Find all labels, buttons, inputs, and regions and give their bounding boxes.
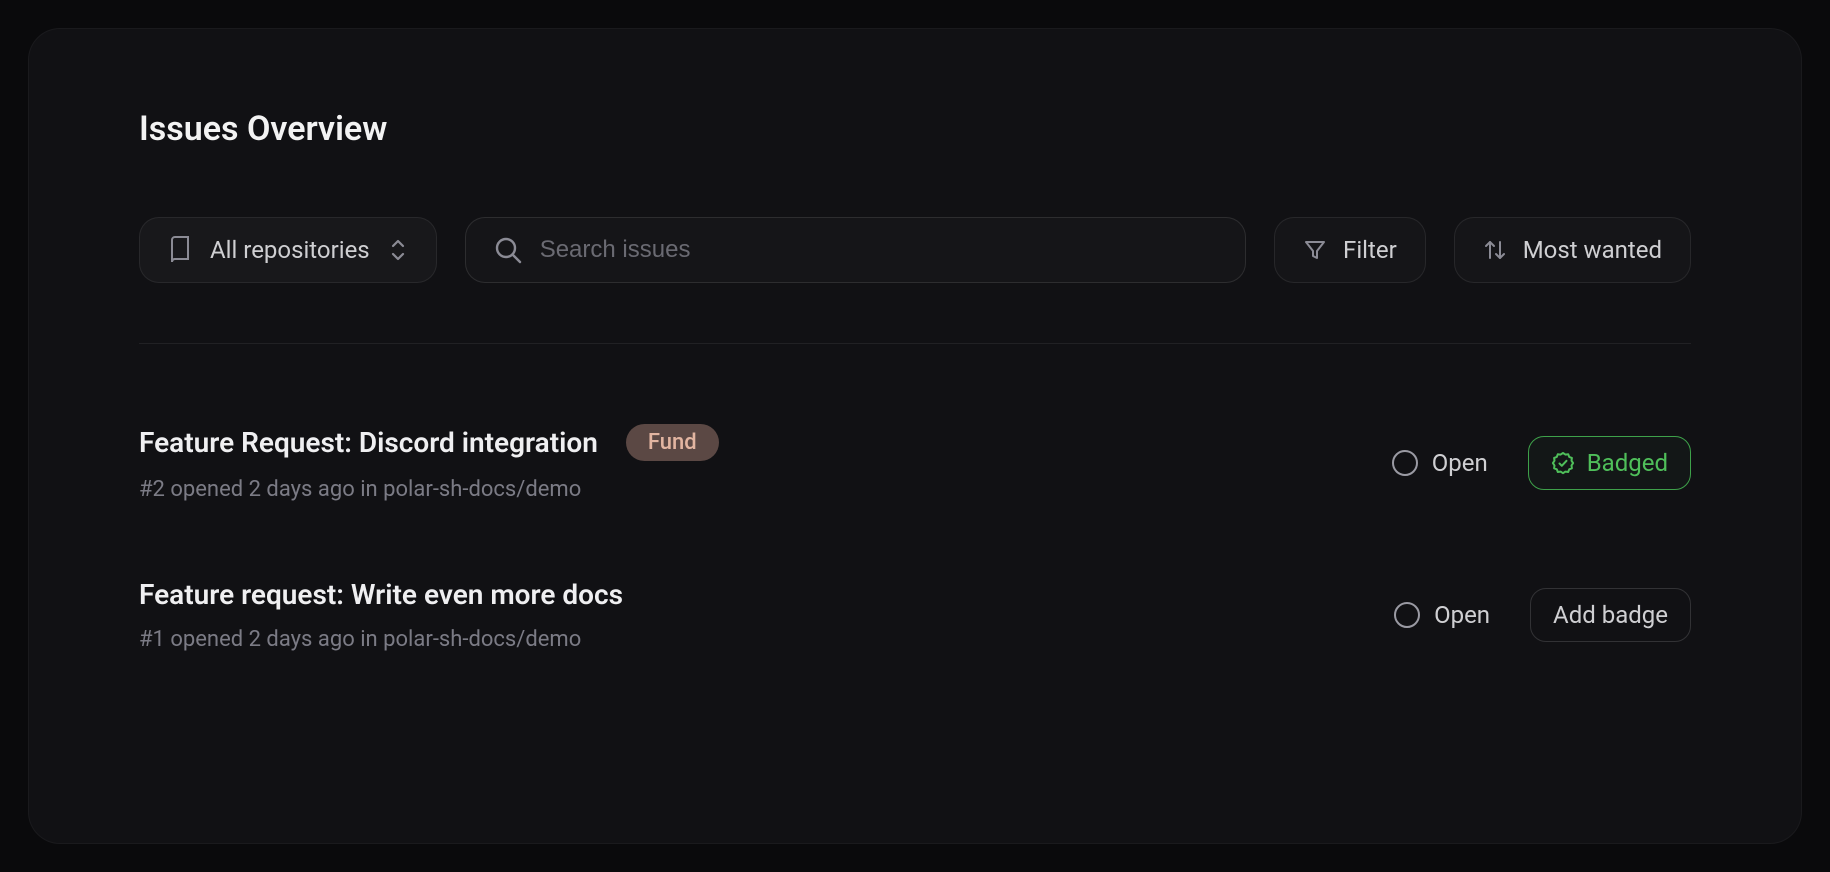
add-badge-button[interactable]: Add badge <box>1530 588 1691 642</box>
issue-title[interactable]: Feature Request: Discord integration <box>139 426 598 459</box>
search-field[interactable] <box>465 217 1246 283</box>
issue-meta: #1 opened 2 days ago in polar-sh-docs/de… <box>139 627 623 652</box>
verified-badge-icon <box>1551 451 1575 475</box>
status-label: Open <box>1434 601 1490 629</box>
search-icon <box>494 236 522 264</box>
chevron-up-down-icon <box>388 237 408 263</box>
issue-title-line: Feature request: Write even more docs <box>139 578 623 611</box>
issue-status: Open <box>1392 449 1488 477</box>
badge-label: Add badge <box>1553 601 1668 629</box>
repository-select-label: All repositories <box>210 236 370 264</box>
search-input[interactable] <box>540 236 1217 264</box>
toolbar: All repositories <box>139 217 1691 283</box>
issues-list: Feature Request: Discord integration Fun… <box>139 404 1691 696</box>
issue-row: Feature Request: Discord integration Fun… <box>139 404 1691 546</box>
badge-label: Badged <box>1587 449 1668 477</box>
issue-status: Open <box>1394 601 1490 629</box>
filter-button[interactable]: Filter <box>1274 217 1426 283</box>
page-title: Issues Overview <box>139 109 1691 149</box>
filter-label: Filter <box>1343 236 1397 264</box>
issue-actions: Open Badged <box>1392 436 1691 490</box>
funnel-icon <box>1303 238 1327 262</box>
badged-button[interactable]: Badged <box>1528 436 1691 490</box>
issue-row: Feature request: Write even more docs #1… <box>139 546 1691 696</box>
sort-button[interactable]: Most wanted <box>1454 217 1691 283</box>
issue-info: Feature Request: Discord integration Fun… <box>139 424 719 502</box>
book-icon <box>168 236 192 264</box>
issues-panel: Issues Overview All repositories <box>28 28 1802 844</box>
issue-actions: Open Add badge <box>1394 588 1691 642</box>
circle-icon <box>1394 602 1420 628</box>
sort-label: Most wanted <box>1523 236 1662 264</box>
circle-icon <box>1392 450 1418 476</box>
status-label: Open <box>1432 449 1488 477</box>
issue-meta: #2 opened 2 days ago in polar-sh-docs/de… <box>139 477 719 502</box>
divider <box>139 343 1691 344</box>
issue-title-line: Feature Request: Discord integration Fun… <box>139 424 719 461</box>
issue-title[interactable]: Feature request: Write even more docs <box>139 578 623 611</box>
repository-select[interactable]: All repositories <box>139 217 437 283</box>
fund-tag[interactable]: Fund <box>626 424 719 461</box>
issue-info: Feature request: Write even more docs #1… <box>139 578 623 652</box>
sort-arrows-icon <box>1483 238 1507 262</box>
